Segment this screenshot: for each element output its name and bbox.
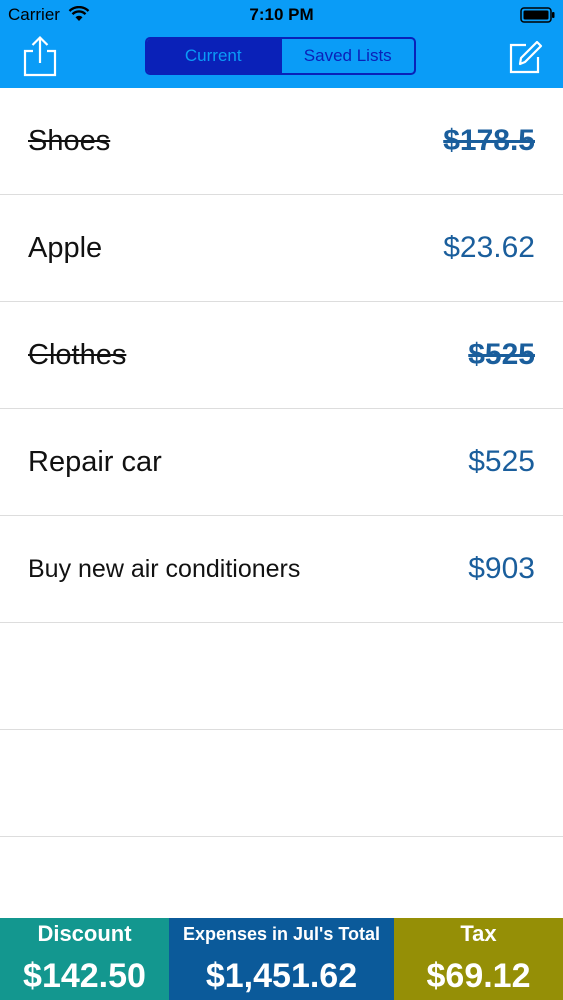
battery-icon [520, 7, 555, 23]
expense-list: Shoes $178.5 Apple $23.62 Clothes $525 R… [0, 88, 563, 837]
total-label: Expenses in Jul's Total [182, 924, 380, 944]
discount-value: $142.50 [23, 957, 146, 995]
navigation-bar: Current Saved Lists [0, 30, 563, 88]
tab-saved-lists[interactable]: Saved Lists [279, 39, 415, 73]
compose-button[interactable] [506, 38, 544, 76]
empty-row[interactable] [0, 730, 563, 837]
total-value: $1,451.62 [205, 957, 358, 995]
item-name: Clothes [28, 339, 127, 371]
discount-summary[interactable]: Discount $142.50 [0, 918, 169, 1000]
item-name: Repair car [28, 446, 162, 478]
status-bar: Carrier 7:10 PM [0, 0, 563, 30]
item-price: $23.62 [443, 231, 535, 264]
share-button[interactable] [22, 34, 58, 78]
summary-bar: Discount $142.50 Expenses in Jul's Total… [0, 918, 563, 1000]
list-segmented-control: Current Saved Lists [145, 37, 416, 75]
item-price: $525 [468, 338, 535, 371]
item-price: $903 [468, 552, 535, 585]
list-item[interactable]: Apple $23.62 [0, 195, 563, 302]
item-name: Buy new air conditioners [28, 555, 301, 583]
item-price: $178.5 [443, 124, 535, 157]
discount-label: Discount [37, 921, 132, 946]
status-time: 7:10 PM [249, 5, 314, 24]
list-item[interactable]: Shoes $178.5 [0, 88, 563, 195]
empty-row[interactable] [0, 623, 563, 730]
total-summary[interactable]: Expenses in Jul's Total $1,451.62 [169, 918, 394, 1000]
list-item[interactable]: Repair car $525 [0, 409, 563, 516]
tax-value: $69.12 [426, 957, 531, 995]
tab-current[interactable]: Current [147, 39, 280, 73]
tax-summary[interactable]: Tax $69.12 [394, 918, 563, 1000]
list-item[interactable]: Buy new air conditioners $903 [0, 516, 563, 623]
list-item[interactable]: Clothes $525 [0, 302, 563, 409]
item-price: $525 [468, 445, 535, 478]
tax-label: Tax [460, 921, 497, 946]
compose-icon [509, 40, 543, 74]
share-icon [23, 35, 57, 77]
item-name: Apple [28, 232, 103, 264]
item-name: Shoes [28, 125, 111, 157]
